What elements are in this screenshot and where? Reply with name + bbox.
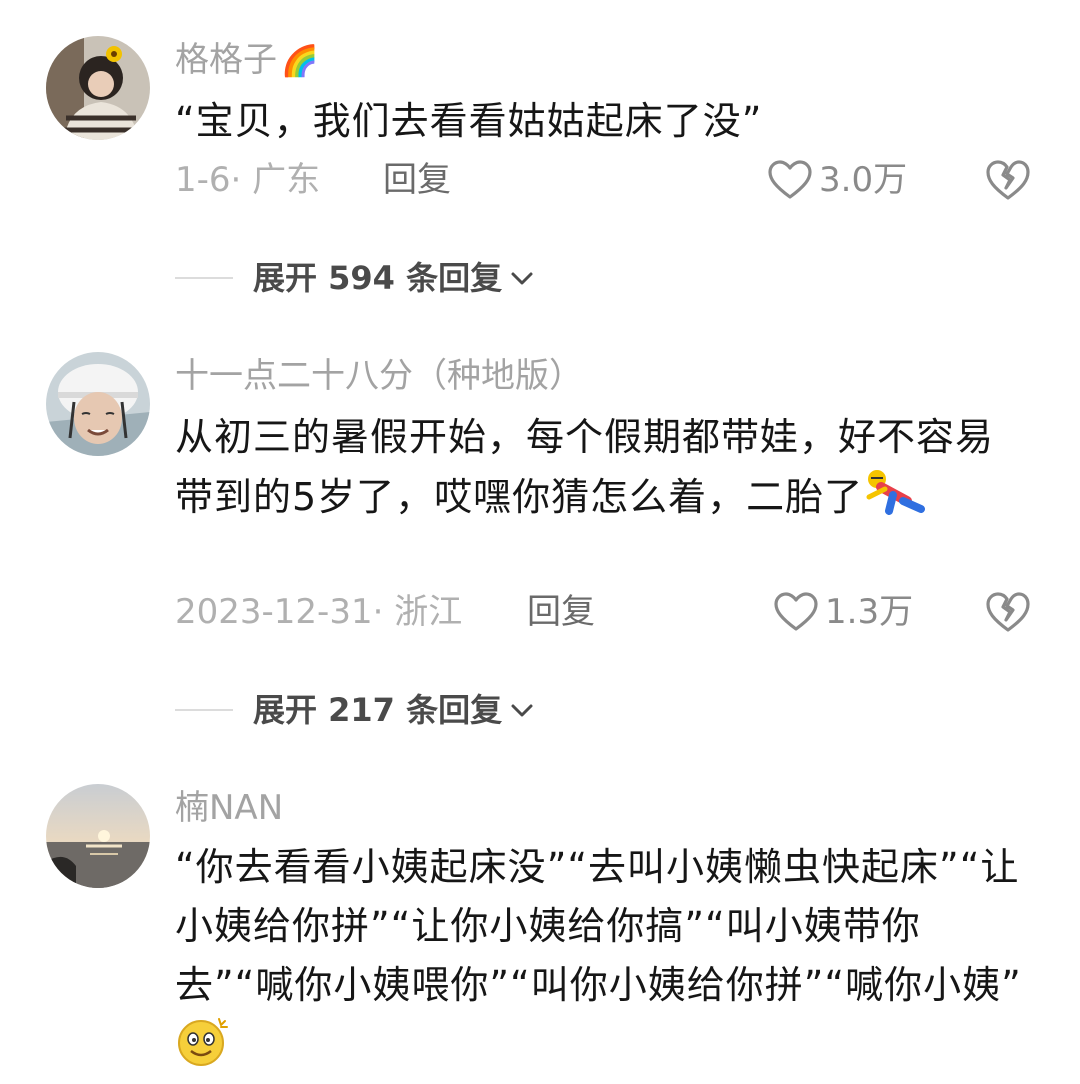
- divider-line: [175, 709, 233, 711]
- avatar[interactable]: [46, 36, 150, 140]
- chevron-down-icon: [511, 272, 533, 285]
- rainbow-emoji: 🌈: [281, 44, 319, 79]
- reply-button[interactable]: 回复: [527, 590, 595, 634]
- comment-text: 从初三的暑假开始，每个假期都带娃，好不容易带到的5岁了，哎嘿你猜怎么着，二胎了: [175, 408, 1025, 532]
- like-button[interactable]: 1.3万: [773, 590, 913, 634]
- avatar[interactable]: [46, 784, 150, 888]
- broken-heart-icon: [986, 592, 1030, 632]
- dancing-figure-emoji: [863, 467, 926, 532]
- expand-replies-label: 展开 594 条回复: [253, 259, 503, 297]
- comment-meta: 1-6· 广东 回复 3.0万: [175, 158, 1035, 202]
- dislike-button[interactable]: [985, 158, 1031, 202]
- expand-replies[interactable]: 展开 217 条回复: [175, 688, 536, 732]
- username[interactable]: 格格子 🌈: [175, 40, 318, 82]
- date-location: 1-6· 广东: [175, 160, 321, 200]
- divider-line: [175, 277, 233, 279]
- comment-text: “你去看看小姨起床没”“去叫小姨懒虫快起床”“让小姨给你拼”“让你小姨给你搞”“…: [175, 838, 1025, 1084]
- like-count: 1.3万: [825, 592, 914, 632]
- heart-outline-icon: [768, 160, 812, 199]
- heart-outline-icon: [774, 592, 818, 631]
- like-button[interactable]: 3.0万: [767, 158, 907, 202]
- broken-heart-icon: [986, 160, 1030, 200]
- username[interactable]: 十一点二十八分（种地版）: [175, 356, 583, 396]
- chevron-down-icon: [511, 704, 533, 717]
- comment-meta: 2023-12-31· 浙江 回复 1.3万: [175, 590, 1035, 634]
- like-count: 3.0万: [819, 160, 908, 200]
- username[interactable]: 楠NAN: [175, 788, 283, 828]
- avatar[interactable]: [46, 352, 150, 456]
- expand-replies[interactable]: 展开 594 条回复: [175, 256, 536, 300]
- dislike-button[interactable]: [985, 590, 1031, 634]
- reply-button[interactable]: 回复: [383, 158, 451, 202]
- date-location: 2023-12-31· 浙江: [175, 592, 463, 632]
- smiling-emoji: [175, 1015, 231, 1084]
- expand-replies-label: 展开 217 条回复: [253, 691, 503, 729]
- comment-text: “宝贝，我们去看看姑姑起床了没”: [175, 99, 763, 143]
